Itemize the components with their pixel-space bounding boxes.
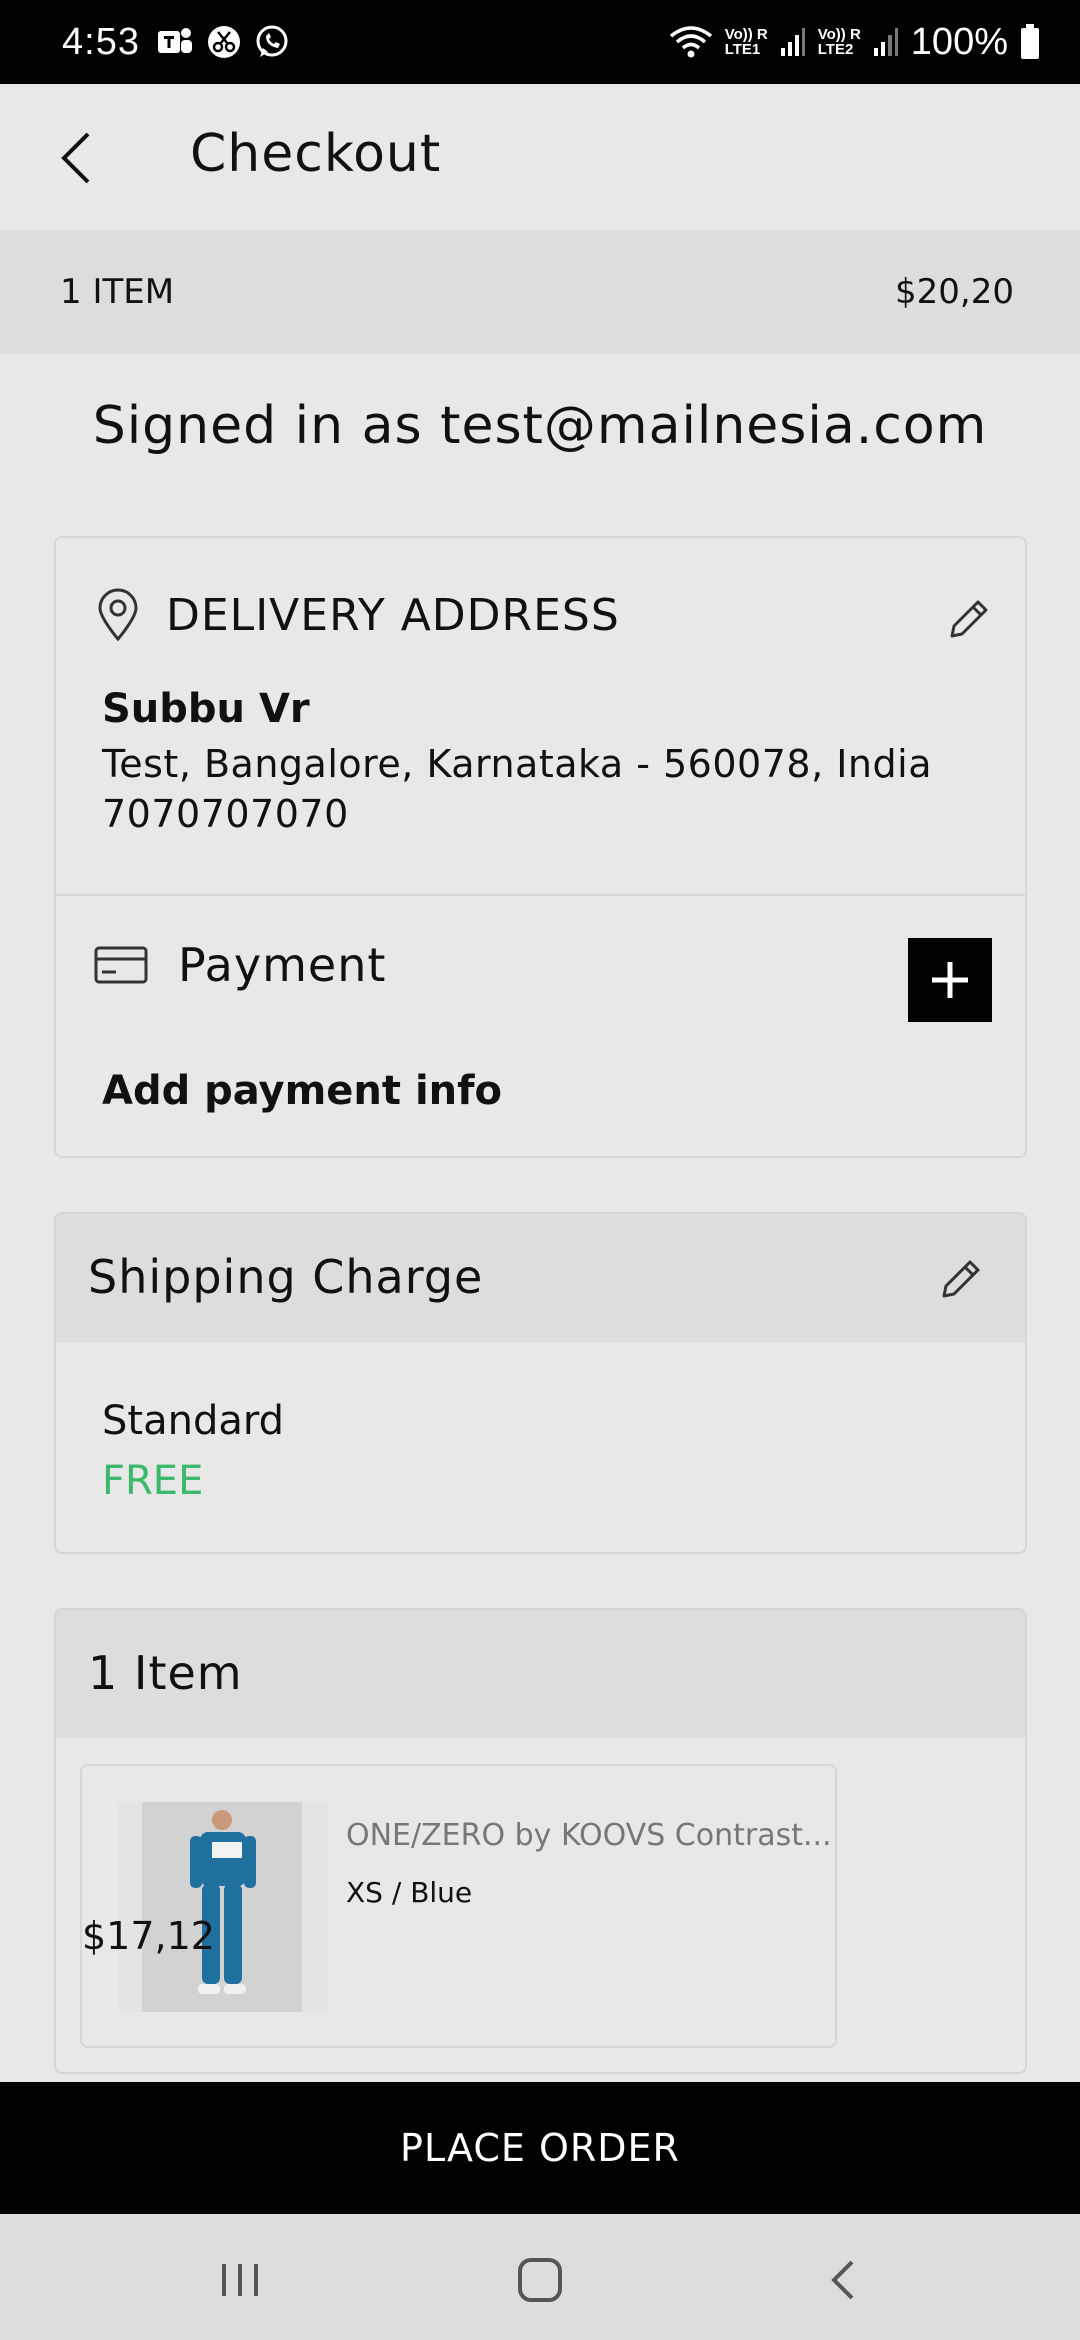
edit-shipping-icon[interactable] [936,1254,986,1304]
add-payment-button[interactable] [908,938,992,1022]
payment-title: Payment [178,938,387,992]
shipping-method: Standard [102,1398,284,1444]
credit-card-icon [94,946,148,984]
items-card: 1 Item ONE/ZERO by KOOVS Contrast... XS … [54,1608,1027,2074]
payment-header: Payment [94,938,386,992]
add-payment-info-link[interactable]: Add payment info [102,1068,502,1114]
status-notification-icons [156,24,290,60]
battery-percent: 100% [910,20,1008,63]
whatsapp-icon [256,25,288,57]
network-1-label: Vo)) R LTE1 [724,26,768,58]
order-total: $20,20 [895,272,1014,312]
status-bar: 4:53 Vo)) R LTE1 Vo)) R LTE2 100% [0,0,1080,84]
cart-item[interactable]: ONE/ZERO by KOOVS Contrast... XS / Blue … [80,1764,837,2048]
order-summary-bar: 1 ITEM $20,20 [0,230,1080,354]
status-system-icons: Vo)) R LTE1 Vo)) R LTE2 100% [669,21,1040,64]
shipping-cost: FREE [102,1458,204,1504]
place-order-button[interactable]: PLACE ORDER [0,2082,1080,2214]
shipping-card: Shipping Charge Standard FREE [54,1212,1027,1554]
phone-number: 7070707070 [102,792,349,836]
product-price: $17,12 [82,1914,215,1958]
product-image [118,1802,328,2012]
product-variant: XS / Blue [346,1876,473,1909]
items-header: 1 Item [56,1610,1025,1738]
system-nav-bar [0,2214,1080,2340]
signal-1-icon [780,28,805,56]
signal-2-icon [873,28,898,56]
battery-icon [1021,24,1039,59]
recent-apps-icon[interactable] [210,2250,270,2310]
home-icon[interactable] [510,2250,570,2310]
address-payment-card: DELIVERY ADDRESS Subbu Vr Test, Bangalor… [54,536,1027,1158]
edit-address-icon[interactable] [944,594,994,644]
status-time: 4:53 [62,20,140,63]
address-line: Test, Bangalore, Karnataka - 560078, Ind… [102,742,932,786]
network-2-label: Vo)) R LTE2 [817,26,861,58]
app-header: Checkout [0,84,1080,230]
delivery-address-title: DELIVERY ADDRESS [166,589,620,641]
shipping-header: Shipping Charge [56,1214,1025,1342]
item-count: 1 ITEM [60,272,175,312]
back-arrow-icon[interactable] [56,128,96,188]
teams-icon [157,28,192,53]
signed-in-text: Signed in as test@mailnesia.com [92,396,988,456]
shipping-title: Shipping Charge [88,1250,484,1304]
delivery-address-header: DELIVERY ADDRESS [96,588,620,642]
location-pin-icon [98,588,138,642]
page-title: Checkout [190,124,442,184]
back-nav-icon[interactable] [814,2250,874,2310]
plus-icon [932,962,968,998]
section-divider [56,894,1025,896]
wifi-icon [669,26,712,58]
items-title: 1 Item [88,1646,243,1700]
scissors-app-icon [207,26,240,58]
recipient-name: Subbu Vr [102,686,310,732]
product-name: ONE/ZERO by KOOVS Contrast... [346,1818,832,1853]
